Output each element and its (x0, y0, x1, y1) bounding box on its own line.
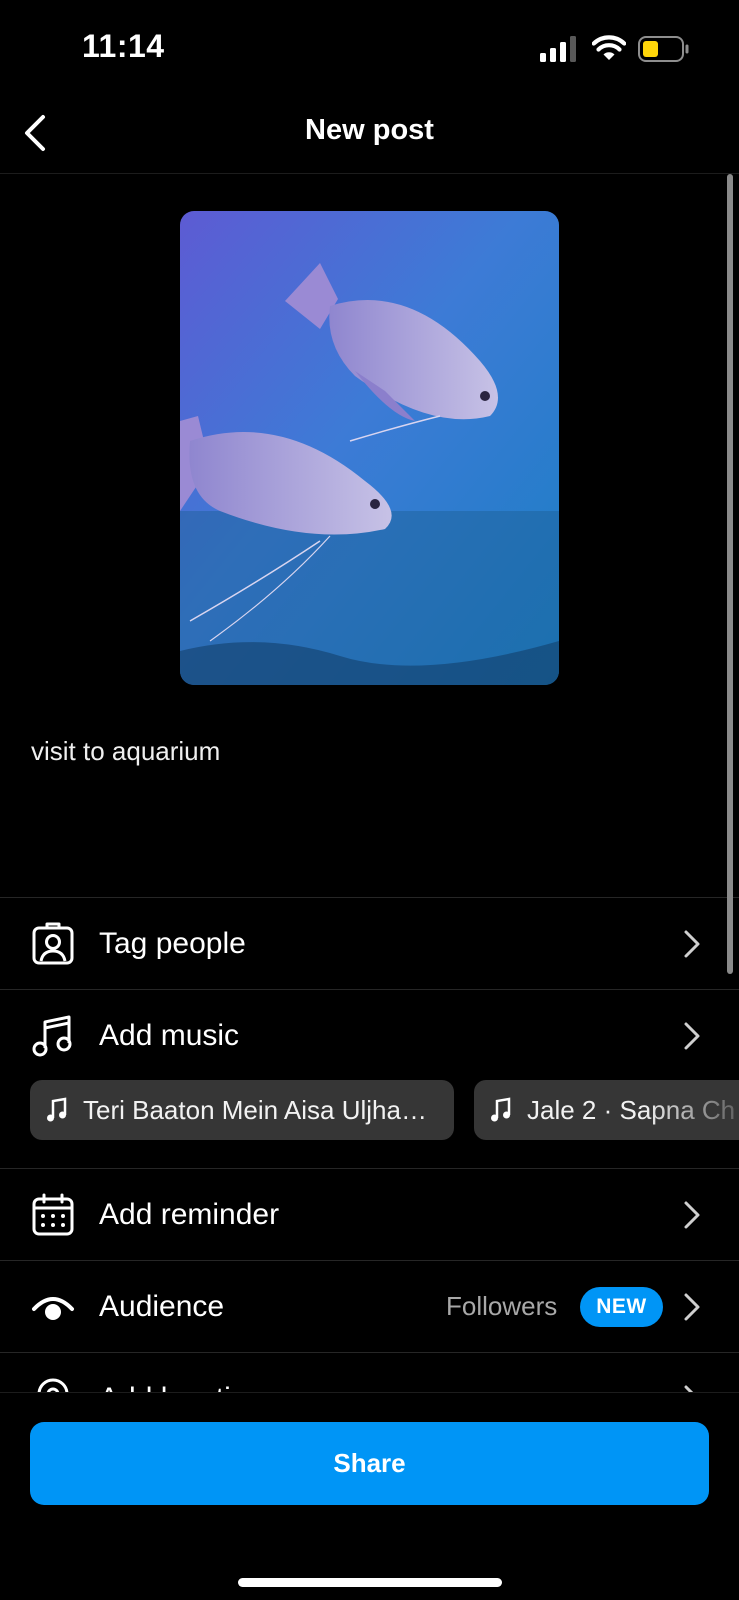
tag-user-icon (30, 921, 76, 967)
music-suggestion-chip[interactable]: Teri Baaton Mein Aisa Uljha… (30, 1080, 454, 1140)
add-reminder-row[interactable]: Add reminder (0, 1168, 739, 1260)
home-indicator[interactable] (238, 1578, 502, 1587)
chevron-right-icon (684, 930, 700, 957)
share-button[interactable]: Share (30, 1422, 709, 1505)
music-note-icon (30, 1013, 76, 1059)
music-note-icon (491, 1097, 511, 1122)
chevron-right-icon (684, 1385, 694, 1392)
chevron-right-icon (684, 1022, 700, 1049)
battery-icon (638, 36, 689, 62)
chevron-right-icon (684, 1293, 700, 1320)
chip-fade-overlay (644, 1080, 739, 1140)
new-post-screen: 11:14 New post visit to aquarium Tag peo… (0, 0, 739, 1600)
add-music-row[interactable]: Add music (0, 989, 739, 1081)
wifi-icon (592, 35, 626, 60)
post-options-scroll[interactable]: visit to aquarium Tag people Add music T… (0, 174, 739, 1392)
new-badge: NEW (580, 1286, 663, 1327)
cellular-signal-icon (540, 36, 576, 62)
location-pin-icon (30, 1376, 76, 1392)
add-location-row[interactable]: Add location (0, 1352, 739, 1392)
music-suggestion-label: Teri Baaton Mein Aisa Uljha… (83, 1094, 427, 1125)
media-preview-image[interactable] (180, 211, 559, 685)
audience-value: Followers (446, 1291, 558, 1321)
audience-row[interactable]: Audience Followers NEW (0, 1260, 739, 1352)
add-location-label: Add location (99, 1382, 264, 1393)
status-time: 11:14 (82, 28, 165, 64)
page-title: New post (305, 114, 434, 146)
scrollbar[interactable] (727, 174, 733, 974)
audience-label: Audience (99, 1289, 225, 1323)
bottom-bar: Share (0, 1392, 739, 1600)
add-music-label: Add music (99, 1018, 240, 1052)
music-suggestions[interactable]: Teri Baaton Mein Aisa Uljha… Jale 2 · Sa… (0, 1080, 739, 1142)
tag-people-row[interactable]: Tag people (0, 897, 739, 989)
music-suggestion-chip[interactable]: Jale 2 · Sapna Ch (474, 1080, 739, 1140)
caption-text[interactable]: visit to aquarium (31, 736, 220, 767)
music-note-icon (47, 1097, 67, 1122)
add-reminder-label: Add reminder (99, 1197, 280, 1231)
tag-people-label: Tag people (99, 926, 246, 960)
calendar-icon (30, 1192, 76, 1238)
header: New post (0, 100, 739, 174)
eye-icon (30, 1284, 76, 1330)
status-bar: 11:14 (0, 0, 739, 100)
chevron-right-icon (684, 1201, 700, 1228)
